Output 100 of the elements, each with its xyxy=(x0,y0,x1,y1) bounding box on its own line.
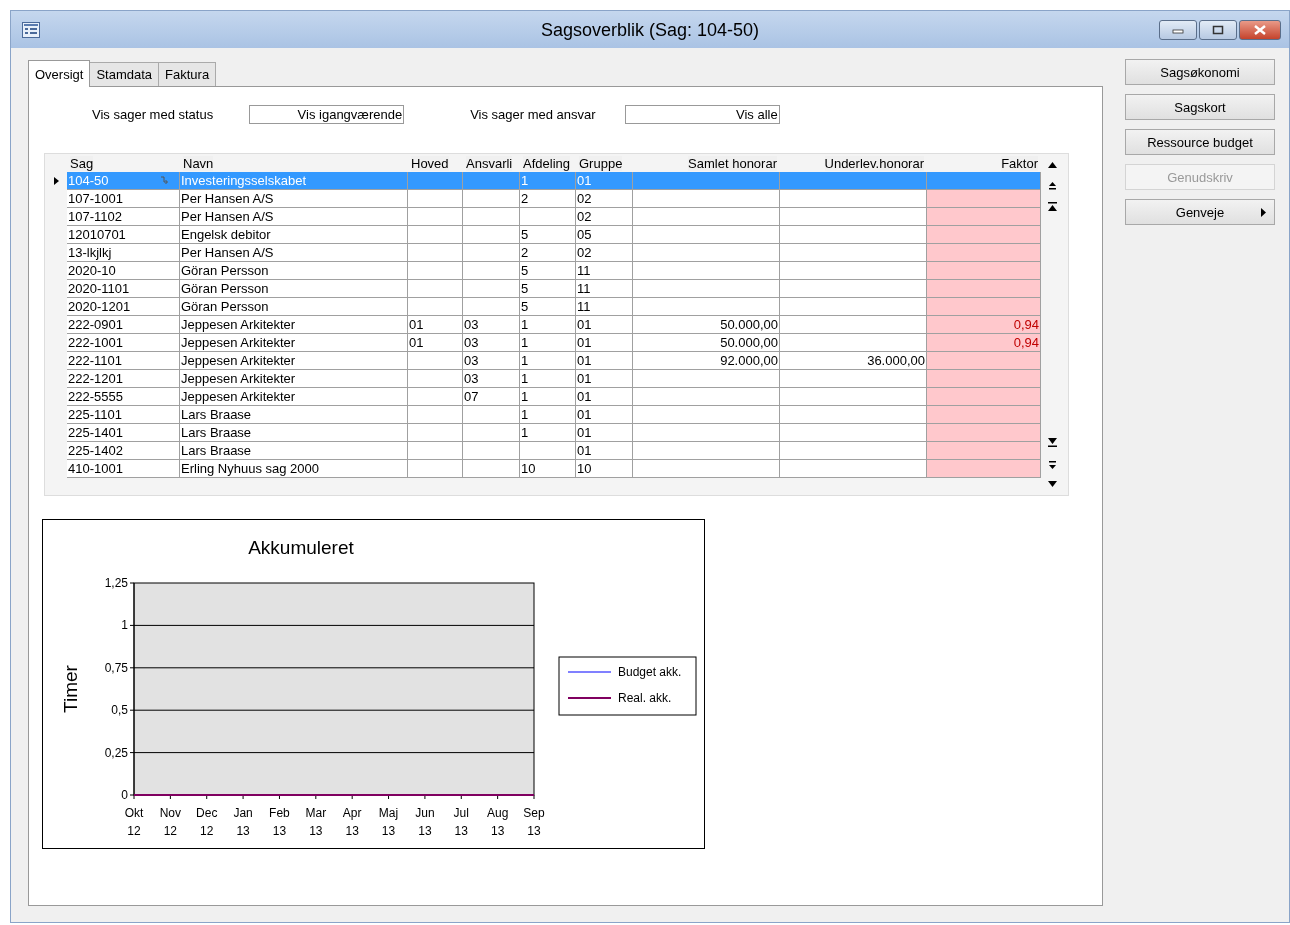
table-row[interactable]: 222-0901 Jeppesen Arkitekter 01 03 1 01 50.000,00 0,94 xyxy=(45,316,1041,334)
column-header[interactable]: Navn xyxy=(183,155,214,171)
tick-label: Sep 13 xyxy=(523,806,545,838)
table-cell: 1 xyxy=(521,353,529,368)
table-row[interactable]: 410-1001 Erling Nyhuus sag 2000 10 10 xyxy=(45,460,1041,478)
table-cell: 11 xyxy=(577,281,591,296)
form-icon xyxy=(22,21,40,38)
table-cell: 2020-1201 xyxy=(68,299,131,314)
table-cell: 02 xyxy=(577,245,592,260)
table-cell: 50.000,00 xyxy=(720,317,778,332)
column-header[interactable]: Faktor xyxy=(1001,155,1038,171)
table-row[interactable]: 2020-1201 Göran Persson 5 11 xyxy=(45,298,1041,316)
previous-record-icon[interactable] xyxy=(1048,182,1056,190)
column-header[interactable]: Gruppe xyxy=(579,155,623,171)
table-cell: 01 xyxy=(577,425,592,440)
close-button[interactable] xyxy=(1239,19,1281,40)
table-cell: 36.000,00 xyxy=(867,353,925,368)
table-cell: Jeppesen Arkitekter xyxy=(181,317,296,332)
table-row[interactable]: 225-1401 Lars Braase 1 01 xyxy=(45,424,1041,442)
table-cell: Göran Persson xyxy=(181,299,269,314)
table-cell: 225-1401 xyxy=(68,425,123,440)
first-record-icon[interactable] xyxy=(1047,202,1057,211)
tick-label: Apr 13 xyxy=(342,806,362,838)
scroll-down-icon[interactable] xyxy=(1047,481,1057,487)
table-row[interactable]: 222-1101 Jeppesen Arkitekter 03 1 01 92.000,00 36.000,00 xyxy=(45,352,1041,370)
tab[interactable]: Oversigt xyxy=(28,60,91,87)
filter-field[interactable]: Vis alle xyxy=(624,104,780,124)
table-cell: 03 xyxy=(464,317,479,332)
action-button[interactable]: Sagskort xyxy=(1125,94,1275,120)
table-cell: 03 xyxy=(464,371,479,386)
table-cell: 01 xyxy=(577,353,592,368)
window-title: Sagsoverblik (Sag: 104-50) xyxy=(540,20,760,41)
tick-label: Mar 13 xyxy=(305,806,327,838)
scroll-up-icon[interactable] xyxy=(1047,162,1057,168)
tick-label: Aug 13 xyxy=(486,806,509,838)
table-cell: 1 xyxy=(521,407,529,422)
table-cell: 222-1001 xyxy=(68,335,123,350)
table-row[interactable]: 107-1102 Per Hansen A/S 02 xyxy=(45,208,1041,226)
table-cell: Jeppesen Arkitekter xyxy=(181,335,296,350)
table-row[interactable]: 13-lkjlkj Per Hansen A/S 2 02 xyxy=(45,244,1041,262)
table-row[interactable]: 2020-10 Göran Persson 5 11 xyxy=(45,262,1041,280)
table-row[interactable]: 12010701 Engelsk debitor 5 05 xyxy=(45,226,1041,244)
table-cell: 1 xyxy=(521,335,529,350)
table-cell: 410-1001 xyxy=(68,461,123,476)
table-row[interactable]: 222-5555 Jeppesen Arkitekter 07 1 01 xyxy=(45,388,1041,406)
table-cell: 1 xyxy=(521,389,529,404)
table-row[interactable]: 222-1201 Jeppesen Arkitekter 03 1 01 xyxy=(45,370,1041,388)
table-cell: 11 xyxy=(577,299,591,314)
action-button[interactable]: Genveje xyxy=(1125,199,1275,225)
table-cell: 13-lkjlkj xyxy=(68,245,112,260)
table-cell: 0,94 xyxy=(1013,335,1039,350)
tick-label: 0,5 xyxy=(111,703,128,718)
tick-label: 0,75 xyxy=(104,660,128,675)
column-header[interactable]: Samlet honorar xyxy=(688,155,777,171)
last-record-icon[interactable] xyxy=(1047,438,1057,447)
tab[interactable]: Stamdata xyxy=(89,62,160,86)
table-cell: Investeringsselskabet xyxy=(181,173,306,188)
table-cell: Jeppesen Arkitekter xyxy=(181,389,296,404)
submenu-arrow-icon xyxy=(1261,208,1266,217)
column-header[interactable]: Hoved xyxy=(411,155,449,171)
table-cell: 01 xyxy=(577,407,592,422)
table-cell: Göran Persson xyxy=(181,281,269,296)
table-row[interactable]: 107-1001 Per Hansen A/S 2 02 xyxy=(45,190,1041,208)
next-record-icon[interactable] xyxy=(1048,461,1056,469)
table-cell: Per Hansen A/S xyxy=(181,191,274,206)
minimize-button[interactable] xyxy=(1159,19,1197,40)
column-header[interactable]: Sag xyxy=(70,155,94,171)
table-cell: Jeppesen Arkitekter xyxy=(181,371,296,386)
tick-label: Jun 13 xyxy=(415,806,435,838)
table-cell: 02 xyxy=(577,191,592,206)
table-cell: 07 xyxy=(464,389,479,404)
maximize-button[interactable] xyxy=(1199,19,1237,40)
table-cell: Lars Braase xyxy=(181,443,252,458)
column-header[interactable]: Ansvarli xyxy=(466,155,513,171)
table-cell: 1 xyxy=(521,425,529,440)
column-header[interactable]: Afdeling xyxy=(523,155,570,171)
tick-label: 0,25 xyxy=(104,745,128,760)
table-cell: 222-5555 xyxy=(68,389,123,404)
tick-label: Jul 13 xyxy=(453,806,469,838)
table-cell: 11 xyxy=(577,263,591,278)
table-row[interactable]: 225-1402 Lars Braase 01 xyxy=(45,442,1041,460)
column-header[interactable]: Underlev.honorar xyxy=(824,155,924,171)
action-button[interactable]: Ressource budget xyxy=(1125,129,1275,155)
tab[interactable]: Faktura xyxy=(158,62,217,86)
table-cell: 2020-10 xyxy=(68,263,116,278)
action-button[interactable]: Sagsøkonomi xyxy=(1125,59,1275,85)
tick-label: Okt 12 xyxy=(124,806,144,838)
table-row[interactable]: 222-1001 Jeppesen Arkitekter 01 03 1 01 50.000,00 0,94 xyxy=(45,334,1041,352)
table-cell: 222-0901 xyxy=(68,317,123,332)
table-cell: 01 xyxy=(577,443,592,458)
tick-label: Feb 13 xyxy=(269,806,290,838)
table-cell: 222-1201 xyxy=(68,371,123,386)
table-cell: 03 xyxy=(464,353,479,368)
table-row[interactable]: 2020-1101 Göran Persson 5 11 xyxy=(45,280,1041,298)
filter-field[interactable]: Vis igangværende xyxy=(249,104,405,124)
table-row[interactable]: 225-1101 Lars Braase 1 01 xyxy=(45,406,1041,424)
table-cell: 5 xyxy=(521,227,529,242)
tick-label: Nov 12 xyxy=(159,806,182,838)
table-cell: Jeppesen Arkitekter xyxy=(181,353,296,368)
table-cell: 5 xyxy=(521,263,529,278)
